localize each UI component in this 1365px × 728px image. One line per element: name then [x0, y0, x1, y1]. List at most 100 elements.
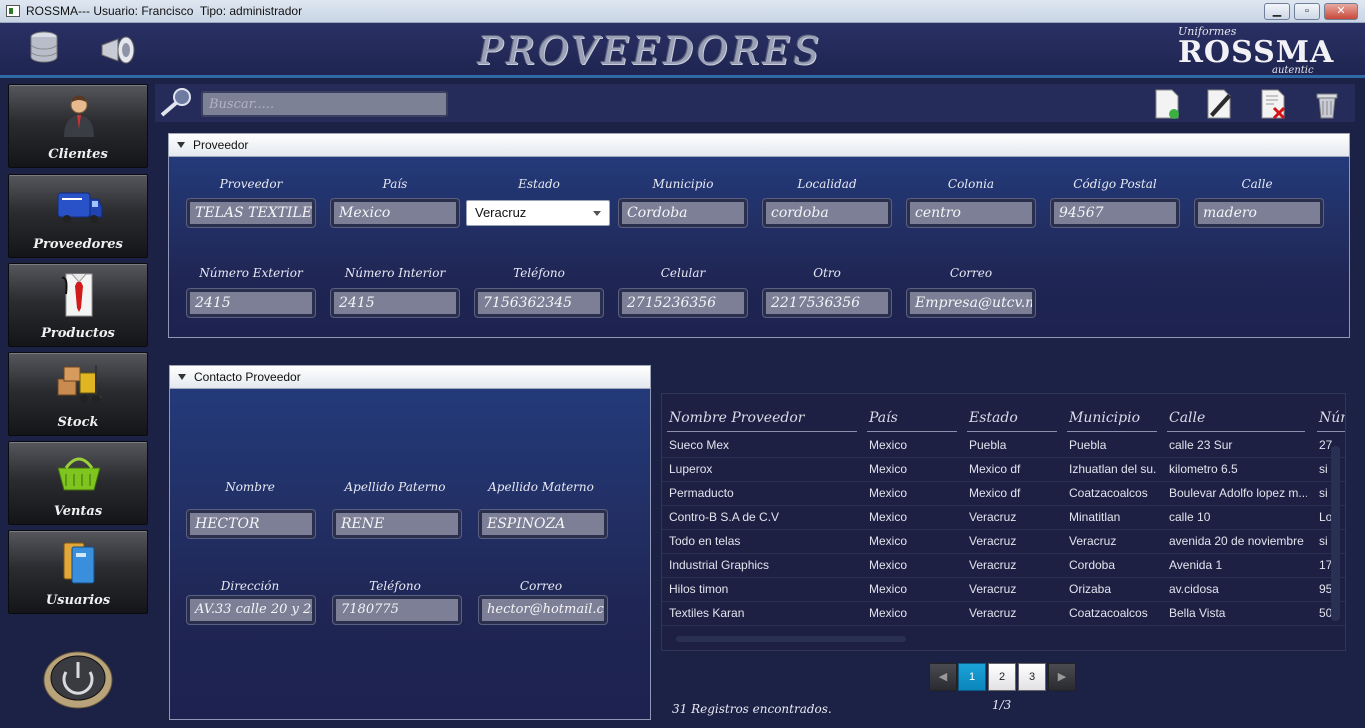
table-cell: calle 23 Sur [1169, 438, 1233, 452]
maximize-button[interactable]: ▫ [1294, 3, 1320, 20]
table-cell: Contro-B S.A de C.V [669, 510, 780, 524]
municipio-field[interactable]: Cordoba [619, 199, 747, 227]
table-cell: calle 10 [1169, 510, 1211, 524]
search-input[interactable] [201, 91, 448, 117]
numero-exterior-label: Número Exterior [199, 266, 303, 280]
edit-icon[interactable] [1204, 88, 1234, 120]
column-header[interactable]: Calle [1167, 404, 1305, 432]
localidad-label: Localidad [797, 177, 857, 191]
numero-interior-field[interactable]: 2415 [331, 289, 459, 317]
celular-field[interactable]: 2715236356 [619, 289, 747, 317]
folders-icon [54, 539, 104, 585]
table-cell: Mexico [869, 462, 908, 476]
table-cell: Mexico [869, 486, 908, 500]
apellido-paterno-label: Apellido Paterno [344, 480, 446, 494]
table-cell: Mexico [869, 438, 908, 452]
vertical-scrollbar[interactable] [1331, 446, 1340, 621]
contacto-correo-field[interactable]: hector@hotmail.com [479, 596, 607, 624]
page-title: PROVEEDORES [477, 29, 823, 73]
chevron-down-icon [593, 211, 601, 216]
table-row[interactable]: Contro-B S.A de C.V Mexico Veracruz Minatit… [662, 506, 1345, 530]
prev-page-button[interactable]: ◀ [929, 663, 957, 691]
close-window-button[interactable]: ✕ [1324, 3, 1358, 20]
sidebar-item-ventas[interactable]: Ventas [8, 441, 148, 525]
collapse-arrow-icon [178, 374, 186, 380]
codigo-postal-field[interactable]: 94567 [1051, 199, 1179, 227]
page-button-2[interactable]: 2 [988, 663, 1016, 691]
table-cell: Veracruz [1069, 534, 1117, 548]
otro-label: Otro [813, 266, 841, 280]
brand-logo: Uniformes ROSSMA autentic [1172, 25, 1333, 79]
sidebar-item-proveedores[interactable]: Proveedores [8, 174, 148, 258]
apellido-materno-field[interactable]: ESPINOZA [479, 510, 607, 538]
table-row[interactable]: Industrial Graphics Mexico Veracruz Cordoba… [662, 554, 1345, 578]
trash-icon[interactable] [1312, 88, 1342, 120]
table-row[interactable]: Luperox Mexico Mexico df Izhuatlan del su..… [662, 458, 1345, 482]
sidebar-item-productos[interactable]: Productos [8, 263, 148, 347]
table-cell: Hilos timon [669, 582, 729, 596]
table-cell: Mexico df [969, 486, 1021, 500]
calle-field[interactable]: madero [1195, 199, 1323, 227]
forklift-boxes-icon [54, 361, 104, 407]
table-row[interactable]: Sueco Mex Mexico Puebla Puebla calle 23 Sur 2… [662, 434, 1345, 458]
table-cell: Mexico df [969, 462, 1021, 476]
column-header[interactable]: Nombre Proveedor [667, 404, 857, 432]
delivery-van-icon [54, 183, 104, 229]
sidebar-item-label: Ventas [53, 504, 103, 519]
proveedor-field[interactable]: TELAS TEXTILES [187, 199, 315, 227]
nombre-field[interactable]: HECTOR [187, 510, 315, 538]
column-header[interactable]: País [867, 404, 957, 432]
page-button-1[interactable]: 1 [958, 663, 986, 691]
page-button-3[interactable]: 3 [1018, 663, 1046, 691]
sidebar-item-stock[interactable]: Stock [8, 352, 148, 436]
window-title: ROSSMA--- Usuario: Francisco Tipo: admin… [26, 4, 303, 18]
sidebar-item-usuarios[interactable]: Usuarios [8, 530, 148, 614]
sidebar-item-clientes[interactable]: Clientes [8, 84, 148, 168]
localidad-field[interactable]: cordoba [763, 199, 891, 227]
table-row[interactable]: Permaducto Mexico Mexico df Coatzacoalcos Bo… [662, 482, 1345, 506]
column-header[interactable]: Núm [1317, 404, 1345, 432]
apellido-paterno-field[interactable]: RENE [333, 510, 461, 538]
sidebar-item-label: Clientes [48, 147, 108, 162]
shopping-basket-icon [54, 450, 104, 496]
estado-select[interactable]: Veracruz [466, 200, 610, 226]
otro-field[interactable]: 2217536356 [763, 289, 891, 317]
colonia-field[interactable]: centro [907, 199, 1035, 227]
column-header[interactable]: Estado [967, 404, 1057, 432]
contacto-telefono-field[interactable]: 7180775 [333, 596, 461, 624]
correo-field[interactable]: Empresa@utcv.mx [907, 289, 1035, 317]
direccion-field[interactable]: AV.33 calle 20 y 22 [187, 596, 315, 624]
table-cell: Orizaba [1069, 582, 1112, 596]
table-cell: Textiles Karan [669, 606, 745, 620]
shirt-tie-icon [54, 272, 104, 318]
pais-label: País [382, 177, 408, 191]
horizontal-scrollbar[interactable] [676, 636, 906, 642]
table-cell: Mexico [869, 558, 908, 572]
proveedor-pane-header[interactable]: Proveedor [168, 133, 1350, 157]
sidebar-item-label: Productos [41, 326, 115, 341]
table-row[interactable]: Hilos timon Mexico Veracruz Orizaba av.cidos… [662, 578, 1345, 602]
table-cell: Mexico [869, 510, 908, 524]
table-row[interactable]: Textiles Karan Mexico Veracruz Coatzacoalco… [662, 602, 1345, 626]
nombre-label: Nombre [225, 480, 275, 494]
contacto-pane-header[interactable]: Contacto Proveedor [169, 365, 651, 389]
delete-document-icon[interactable] [1258, 88, 1288, 120]
numero-exterior-field[interactable]: 2415 [187, 289, 315, 317]
table-cell: Puebla [969, 438, 1007, 452]
telefono-field[interactable]: 7156362345 [475, 289, 603, 317]
table-cell: Bella Vista [1169, 606, 1226, 620]
next-page-button[interactable]: ▶ [1048, 663, 1076, 691]
table-row[interactable]: Todo en telas Mexico Veracruz Veracruz aveni… [662, 530, 1345, 554]
collapse-arrow-icon [177, 142, 185, 148]
minimize-button[interactable]: ▁ [1264, 3, 1290, 20]
table-cell: Coatzacoalcos [1069, 486, 1148, 500]
table-cell: Cordoba [1069, 558, 1116, 572]
correo-label: Correo [949, 266, 993, 280]
estado-select-value: Veracruz [475, 205, 527, 220]
pais-field[interactable]: Mexico [331, 199, 459, 227]
table-cell: Luperox [669, 462, 713, 476]
search-icon[interactable] [158, 86, 194, 118]
column-header[interactable]: Municipio [1067, 404, 1157, 432]
new-document-icon[interactable] [1152, 88, 1182, 120]
power-button-icon[interactable] [42, 648, 114, 710]
